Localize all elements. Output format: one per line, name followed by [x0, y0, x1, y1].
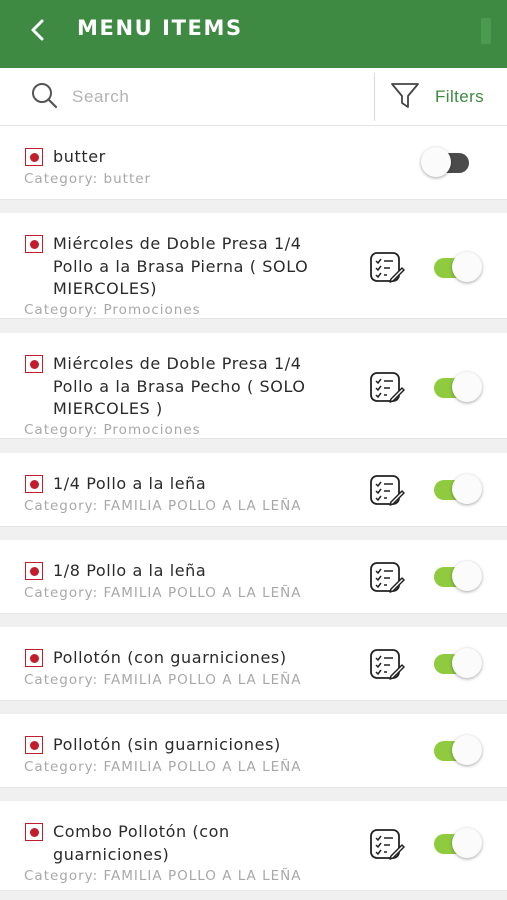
availability-toggle[interactable]	[434, 735, 482, 765]
availability-toggle[interactable]	[434, 828, 482, 858]
list-item[interactable]: Pollotón (con guarniciones) Category: FA…	[0, 627, 507, 701]
app-header: MENU ITEMS	[0, 0, 507, 68]
non-veg-mark-icon	[25, 475, 43, 493]
list-item[interactable]: Pollotón (sin guarniciones) Category: FA…	[0, 714, 507, 788]
non-veg-mark-icon	[25, 823, 43, 841]
item-category: Category: FAMILIA POLLO A LA LEÑA	[24, 672, 302, 688]
list-item[interactable]: 1/8 Pollo a la leña Category: FAMILIA PO…	[0, 540, 507, 614]
edit-details-icon[interactable]	[369, 251, 405, 283]
edit-details-icon[interactable]	[369, 474, 405, 506]
non-veg-mark-icon	[25, 235, 43, 253]
item-category: Category: Promociones	[24, 302, 201, 318]
list-item[interactable]: Combo Pollotón (con guarniciones) Catego…	[0, 801, 507, 891]
list-item[interactable]: 1/4 Pollo a la leña Category: FAMILIA PO…	[0, 453, 507, 527]
availability-toggle[interactable]	[434, 252, 482, 282]
chevron-left-icon	[28, 18, 48, 47]
availability-toggle[interactable]	[421, 147, 473, 177]
item-category: Category: FAMILIA POLLO A LA LEÑA	[24, 498, 302, 514]
item-name: Pollotón (con guarniciones)	[53, 648, 287, 667]
non-veg-mark-icon	[25, 562, 43, 580]
item-category: Category: FAMILIA POLLO A LA LEÑA	[24, 585, 302, 601]
item-name: Pollotón (sin guarniciones)	[53, 735, 281, 754]
list-item[interactable]: butter Category: butter	[0, 126, 507, 200]
non-veg-mark-icon	[25, 736, 43, 754]
item-name: Miércoles de Doble Presa 1/4 Pollo a la …	[53, 234, 309, 298]
non-veg-mark-icon	[25, 148, 43, 166]
item-name: butter	[53, 147, 106, 166]
item-name: Miércoles de Doble Presa 1/4 Pollo a la …	[53, 354, 306, 418]
edit-details-icon[interactable]	[369, 561, 405, 593]
filters-button[interactable]: Filters	[389, 80, 484, 114]
item-category: Category: Promociones	[24, 422, 201, 438]
non-veg-mark-icon	[25, 649, 43, 667]
item-name: 1/8 Pollo a la leña	[53, 561, 207, 580]
availability-toggle[interactable]	[434, 561, 482, 591]
search-icon	[30, 81, 60, 116]
edit-details-icon[interactable]	[369, 648, 405, 680]
search-bar: Filters	[0, 68, 507, 126]
search-input[interactable]	[72, 82, 352, 112]
list-item[interactable]: Miércoles de Doble Presa 1/4 Pollo a la …	[0, 333, 507, 439]
item-category: Category: FAMILIA POLLO A LA LEÑA	[24, 868, 302, 884]
back-button[interactable]	[20, 14, 56, 50]
menu-items-list[interactable]: butter Category: butter Miércoles de Dob…	[0, 126, 507, 900]
item-category: Category: FAMILIA POLLO A LA LEÑA	[24, 759, 302, 775]
edit-details-icon[interactable]	[369, 828, 405, 860]
item-name: 1/4 Pollo a la leña	[53, 474, 207, 493]
search-divider	[374, 73, 375, 121]
availability-toggle[interactable]	[434, 648, 482, 678]
page-title: MENU ITEMS	[77, 16, 243, 40]
item-category: Category: butter	[24, 171, 152, 187]
overflow-menu-icon[interactable]	[481, 18, 491, 44]
list-item[interactable]: Miércoles de Doble Presa 1/4 Pollo a la …	[0, 213, 507, 319]
availability-toggle[interactable]	[434, 474, 482, 504]
availability-toggle[interactable]	[434, 372, 482, 402]
item-name: Combo Pollotón (con guarniciones)	[53, 822, 230, 864]
edit-details-icon[interactable]	[369, 371, 405, 403]
non-veg-mark-icon	[25, 355, 43, 373]
filters-label: Filters	[435, 87, 485, 106]
filter-icon	[389, 80, 421, 115]
